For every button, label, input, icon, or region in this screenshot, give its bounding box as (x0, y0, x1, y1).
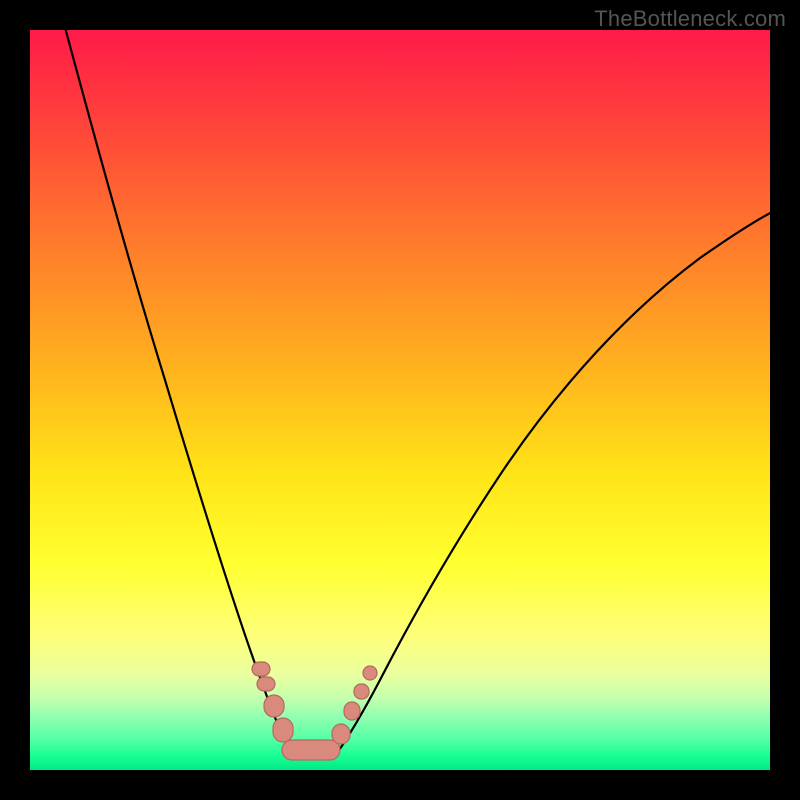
right-curve (335, 208, 770, 756)
left-curve (63, 30, 295, 756)
curve-layer (30, 30, 770, 770)
marker-dot (257, 677, 275, 691)
marker-dot (363, 666, 377, 680)
marker-dot (344, 702, 360, 720)
plot-area (30, 30, 770, 770)
marker-dot (252, 662, 270, 676)
chart-frame: TheBottleneck.com (0, 0, 800, 800)
marker-dot (273, 718, 293, 742)
marker-dot (354, 684, 369, 699)
marker-group (252, 662, 377, 760)
marker-dot (264, 695, 284, 717)
marker-dot (332, 724, 350, 744)
watermark-text: TheBottleneck.com (594, 6, 786, 32)
marker-valley-bar (282, 740, 340, 760)
